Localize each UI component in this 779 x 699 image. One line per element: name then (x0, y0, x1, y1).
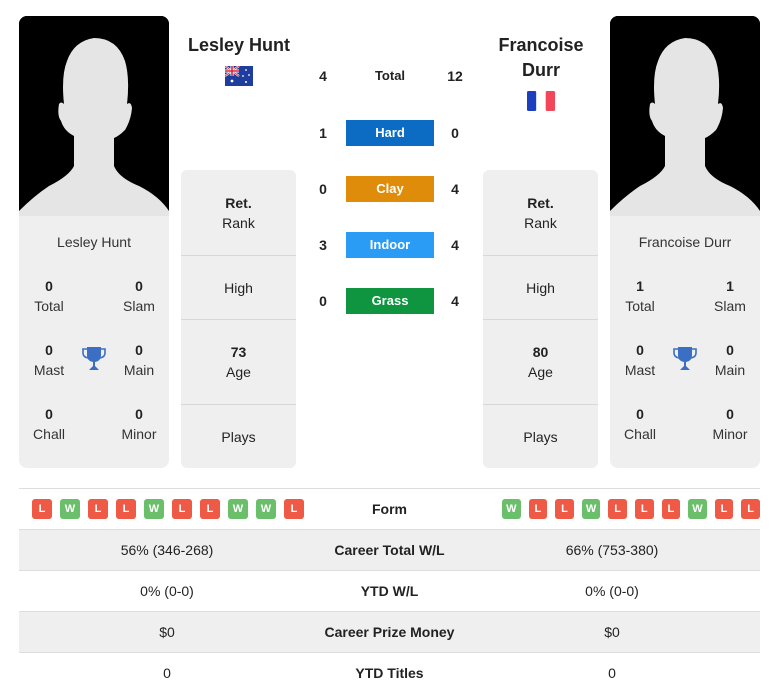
ytd-wl-label: YTD W/L (360, 583, 419, 599)
player-photo-right (610, 16, 760, 216)
titles-main-left: 0 Main (123, 342, 155, 378)
trophy-icon (82, 347, 106, 370)
ytd-titles-left: 0 (163, 665, 171, 681)
player-photo-left (19, 16, 169, 216)
player-name-left[interactable]: Lesley Hunt (178, 33, 300, 58)
player-name-right-line1: Francoise (498, 35, 584, 55)
h2h-total-right: 12 (447, 68, 463, 84)
high-rank-left: High (181, 255, 296, 319)
comparison-table: LWLLWLLWWL Form WLLWLLLWLL 56% (346-268)… (19, 488, 760, 693)
career-wl-label: Career Total W/L (334, 542, 445, 558)
h2h-hard-right: 0 (451, 125, 459, 141)
titles-chall-left: 0 Chall (33, 406, 65, 442)
silhouette-icon (610, 16, 760, 216)
form-badge-loss[interactable]: L (714, 499, 734, 519)
titles-mast-left: 0 Mast (33, 342, 65, 378)
prize-money-label: Career Prize Money (324, 624, 455, 640)
france-flag-icon (527, 91, 555, 111)
rank-left: Ret. Rank (222, 194, 255, 231)
player-name-right-line2: Durr (521, 60, 560, 80)
form-left: LWLLWLLWWL (19, 499, 315, 519)
titles-minor-left: 0 Minor (121, 406, 157, 442)
titles-total-right: 1 Total (625, 278, 655, 314)
player-name-right[interactable]: Francoise Durr (480, 33, 602, 83)
titles-slam-left: 0 Slam (123, 278, 155, 314)
career-wl-left: 56% (346-268) (120, 542, 214, 558)
plays-left: Plays (181, 404, 296, 468)
titles-total-left: 0 Total (34, 278, 64, 314)
form-badge-loss[interactable]: L (555, 499, 574, 519)
h2h-total-row: 4 Total 12 (305, 63, 475, 89)
ytd-titles-right: 0 (608, 665, 616, 681)
form-row: LWLLWLLWWL Form WLLWLLLWLL (19, 488, 760, 529)
h2h-hard-left: 1 (319, 125, 327, 141)
surface-badge-grass[interactable]: Grass (346, 288, 434, 314)
player-info-card-left: Lesley Hunt 0 Total 0 Slam 0 Mast 0 Main 0 Ch… (19, 216, 169, 468)
form-badge-loss[interactable]: L (284, 499, 304, 519)
form-badge-loss[interactable]: L (608, 499, 627, 519)
h2h-total-label: Total (374, 68, 406, 83)
titles-slam-right: 1 Slam (714, 278, 746, 314)
form-label: Form (372, 501, 407, 517)
surface-badge-clay[interactable]: Clay (346, 176, 434, 202)
form-badge-loss[interactable]: L (88, 499, 108, 519)
rank-card-left: Ret. Rank High 73 Age Plays (181, 170, 296, 468)
surface-badge-hard[interactable]: Hard (346, 120, 434, 146)
trophy-icon (673, 347, 697, 370)
h2h-indoor-left: 3 (319, 237, 327, 253)
form-badge-loss[interactable]: L (634, 499, 654, 519)
form-badge-win[interactable]: W (228, 499, 248, 519)
form-badge-loss[interactable]: L (32, 499, 52, 519)
h2h-clay-right: 4 (451, 181, 459, 197)
h2h-surface-row-grass: 0 Grass 4 (305, 288, 475, 314)
form-badge-loss[interactable]: L (200, 499, 220, 519)
h2h-surface-row-clay: 0 Clay 4 (305, 176, 475, 202)
h2h-grass-right: 4 (451, 293, 459, 309)
player-name-left-card[interactable]: Lesley Hunt (19, 234, 169, 250)
form-badge-win[interactable]: W (60, 499, 80, 519)
titles-minor-right: 0 Minor (712, 406, 748, 442)
player-name-right-card[interactable]: Francoise Durr (610, 234, 760, 250)
ytd-wl-left: 0% (0-0) (140, 583, 194, 599)
form-badge-loss[interactable]: L (528, 499, 548, 519)
surface-badge-indoor[interactable]: Indoor (346, 232, 434, 258)
form-badge-win[interactable]: W (688, 499, 707, 519)
table-row: 0% (0-0) YTD W/L 0% (0-0) (19, 570, 760, 611)
form-badge-loss[interactable]: L (741, 499, 760, 519)
h2h-indoor-right: 4 (451, 237, 459, 253)
plays-right: Plays (483, 404, 598, 468)
h2h-clay-left: 0 (319, 181, 327, 197)
form-badge-loss[interactable]: L (661, 499, 681, 519)
player-info-card-right: Francoise Durr 1 Total 1 Slam 0 Mast 0 Main … (610, 216, 760, 468)
titles-chall-right: 0 Chall (624, 406, 656, 442)
ytd-titles-label: YTD Titles (355, 665, 424, 681)
form-badge-loss[interactable]: L (116, 499, 136, 519)
h2h-surface-row-hard: 1 Hard 0 (305, 120, 475, 146)
table-row: 0 YTD Titles 0 (19, 652, 760, 693)
australia-flag-icon (225, 66, 253, 86)
high-rank-right: High (483, 255, 598, 319)
form-badge-win[interactable]: W (502, 499, 521, 519)
prize-money-right: $0 (604, 624, 620, 640)
table-row: 56% (346-268) Career Total W/L 66% (753-… (19, 529, 760, 570)
table-row: $0 Career Prize Money $0 (19, 611, 760, 652)
h2h-grass-left: 0 (319, 293, 327, 309)
form-badge-win[interactable]: W (256, 499, 276, 519)
career-wl-right: 66% (753-380) (565, 542, 659, 558)
h2h-surface-row-indoor: 3 Indoor 4 (305, 232, 475, 258)
form-badge-loss[interactable]: L (172, 499, 192, 519)
titles-main-right: 0 Main (714, 342, 746, 378)
silhouette-icon (19, 16, 169, 216)
age-right: 80 Age (483, 319, 598, 404)
h2h-total-left: 4 (319, 68, 327, 84)
titles-mast-right: 0 Mast (624, 342, 656, 378)
age-left: 73 Age (181, 319, 296, 404)
ytd-wl-right: 0% (0-0) (585, 583, 639, 599)
rank-right: Ret. Rank (524, 194, 557, 231)
form-badge-win[interactable]: W (144, 499, 164, 519)
form-badge-win[interactable]: W (581, 499, 601, 519)
rank-card-right: Ret. Rank High 80 Age Plays (483, 170, 598, 468)
prize-money-left: $0 (159, 624, 175, 640)
form-right: WLLWLLLWLL (464, 499, 760, 519)
